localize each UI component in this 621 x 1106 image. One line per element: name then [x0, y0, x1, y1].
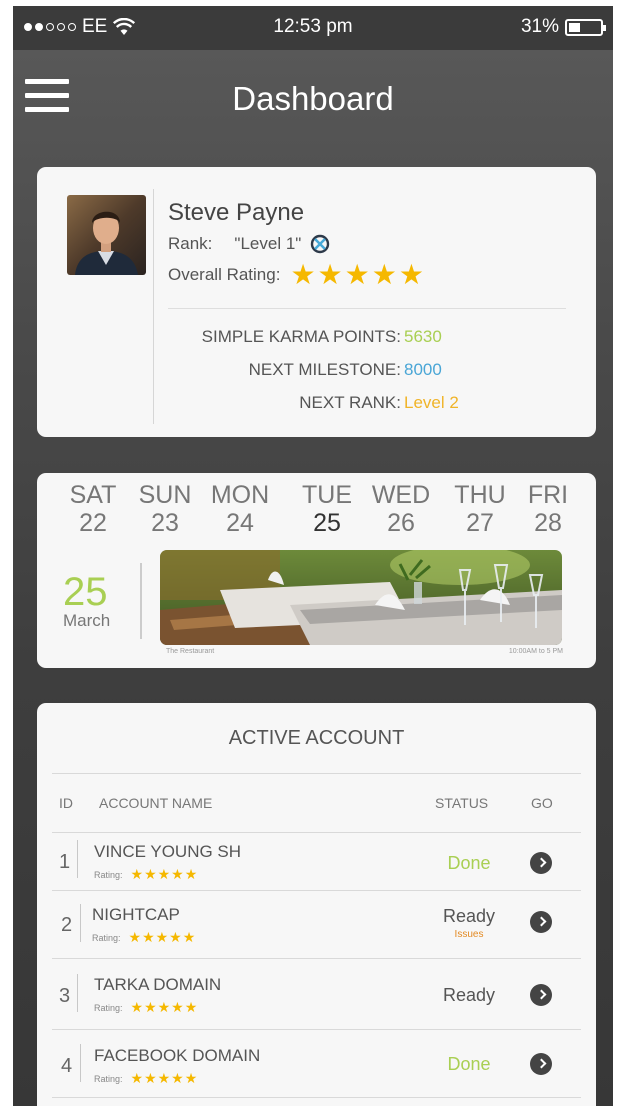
- table-row[interactable]: 1 VINCE YOUNG SH Rating: ★★★★★ Done: [52, 834, 581, 894]
- milestone-value: 8000: [404, 360, 442, 379]
- milestone-label: NEXT MILESTONE:: [248, 360, 401, 379]
- day-fri[interactable]: FRI 28: [513, 481, 583, 538]
- row-account-name: VINCE YOUNG SH: [94, 842, 242, 861]
- rating-stars-icon: ★★★★★: [130, 999, 199, 1015]
- profile-divider: [153, 189, 154, 424]
- row-separator: [80, 1044, 81, 1082]
- profile-name: Steve Payne: [168, 199, 305, 226]
- active-account-card: ACTIVE ACCOUNT ID ACCOUNT NAME STATUS GO…: [37, 703, 596, 1106]
- row-account-name: NIGHTCAP: [92, 905, 180, 924]
- row-rating: Rating: ★★★★★: [92, 929, 197, 945]
- row-separator: [77, 840, 78, 878]
- next-rank-label: NEXT RANK:: [299, 393, 401, 412]
- header-go: GO: [531, 795, 553, 811]
- profile-rank: Rank: "Level 1": [168, 234, 330, 254]
- row-account-name: FACEBOOK DOMAIN: [94, 1046, 261, 1065]
- avatar[interactable]: [67, 195, 146, 275]
- day-wed[interactable]: WED 26: [366, 481, 436, 538]
- event-venue: The Restaurant: [166, 648, 215, 655]
- day-mon[interactable]: MON 24: [205, 481, 275, 538]
- profile-rating: Overall Rating: ★★★★★: [168, 261, 426, 289]
- row-rating: Rating: ★★★★★: [94, 1070, 199, 1086]
- battery-group: 31%: [520, 16, 606, 38]
- row-status: Ready: [442, 985, 496, 1005]
- row-account-name: TARKA DOMAIN: [94, 975, 222, 994]
- rating-label: Overall Rating:: [168, 265, 281, 284]
- table-row[interactable]: 3 TARKA DOMAIN Rating: ★★★★★ Ready: [52, 960, 581, 1020]
- calendar-divider: [140, 563, 142, 639]
- row-id: 4: [61, 1055, 73, 1077]
- week-strip: SAT 22 SUN 23 MON 24 TUE 25 WED 26 THU 27 FRI 2…: [37, 481, 596, 543]
- rank-label: Rank:: [168, 234, 213, 253]
- rating-stars-icon: ★★★★★: [290, 259, 426, 290]
- selected-month: March: [63, 611, 111, 630]
- row-status: Ready: [442, 906, 496, 926]
- title-divider: [52, 773, 581, 774]
- header-account-name: ACCOUNT NAME: [99, 795, 213, 811]
- rating-stars-icon: ★★★★★: [130, 866, 199, 882]
- row-rating: Rating: ★★★★★: [94, 999, 199, 1015]
- karma-label: SIMPLE KARMA POINTS:: [201, 327, 401, 346]
- day-sat[interactable]: SAT 22: [58, 481, 128, 538]
- go-arrow-icon[interactable]: [530, 911, 552, 933]
- rating-stars-icon: ★★★★★: [130, 1070, 199, 1086]
- header-divider: [52, 832, 581, 833]
- selected-day: 25: [63, 570, 108, 614]
- status-bar: EE 12:53 pm 31%: [13, 6, 613, 50]
- row-rating: Rating: ★★★★★: [94, 866, 199, 882]
- row-id: 2: [61, 914, 73, 936]
- battery-percent: 31%: [520, 16, 559, 37]
- rating-stars-icon: ★★★★★: [128, 929, 197, 945]
- row-separator: [77, 974, 78, 1012]
- profile-separator: [168, 308, 566, 309]
- day-thu[interactable]: THU 27: [445, 481, 515, 538]
- table-row[interactable]: 2 NIGHTCAP Rating: ★★★★★ Ready Issues: [52, 892, 581, 952]
- rank-value: "Level 1": [234, 234, 302, 253]
- header-id: ID: [59, 795, 73, 811]
- section-title: ACTIVE ACCOUNT: [228, 727, 405, 749]
- karma-value: 5630: [404, 327, 442, 346]
- go-arrow-icon[interactable]: [530, 852, 552, 874]
- row-status: Done: [447, 1054, 491, 1074]
- row-status: Done: [447, 853, 491, 873]
- battery-icon: [565, 18, 606, 36]
- event-image[interactable]: [160, 550, 562, 645]
- table-row[interactable]: 4 FACEBOOK DOMAIN Rating: ★★★★★ Done: [52, 1031, 581, 1091]
- nav-bar: Dashboard: [13, 50, 613, 150]
- calendar-card: SAT 22 SUN 23 MON 24 TUE 25 WED 26 THU 27 FRI 2…: [37, 473, 596, 668]
- row-divider: [52, 1029, 581, 1030]
- event-hours: 10:00AM to 5 PM: [508, 648, 563, 655]
- day-sun[interactable]: SUN 23: [130, 481, 200, 538]
- row-divider: [52, 1097, 581, 1098]
- go-arrow-icon[interactable]: [530, 984, 552, 1006]
- day-tue[interactable]: TUE 25: [292, 481, 362, 538]
- header-status: STATUS: [435, 795, 489, 811]
- row-divider: [52, 890, 581, 891]
- page-title: Dashboard: [232, 80, 394, 117]
- badge-icon: [311, 234, 330, 254]
- row-separator: [80, 904, 81, 942]
- phone-screen: EE 12:53 pm 31% Dashboard Steve Payne Ra…: [13, 6, 613, 1106]
- row-divider: [52, 958, 581, 959]
- row-status-issues[interactable]: Issues: [437, 929, 501, 940]
- row-id: 3: [59, 985, 71, 1007]
- next-rank-value: Level 2: [404, 393, 459, 412]
- row-id: 1: [59, 851, 71, 873]
- profile-card: Steve Payne Rank: "Level 1" Overall Rati…: [37, 167, 596, 437]
- go-arrow-icon[interactable]: [530, 1053, 552, 1075]
